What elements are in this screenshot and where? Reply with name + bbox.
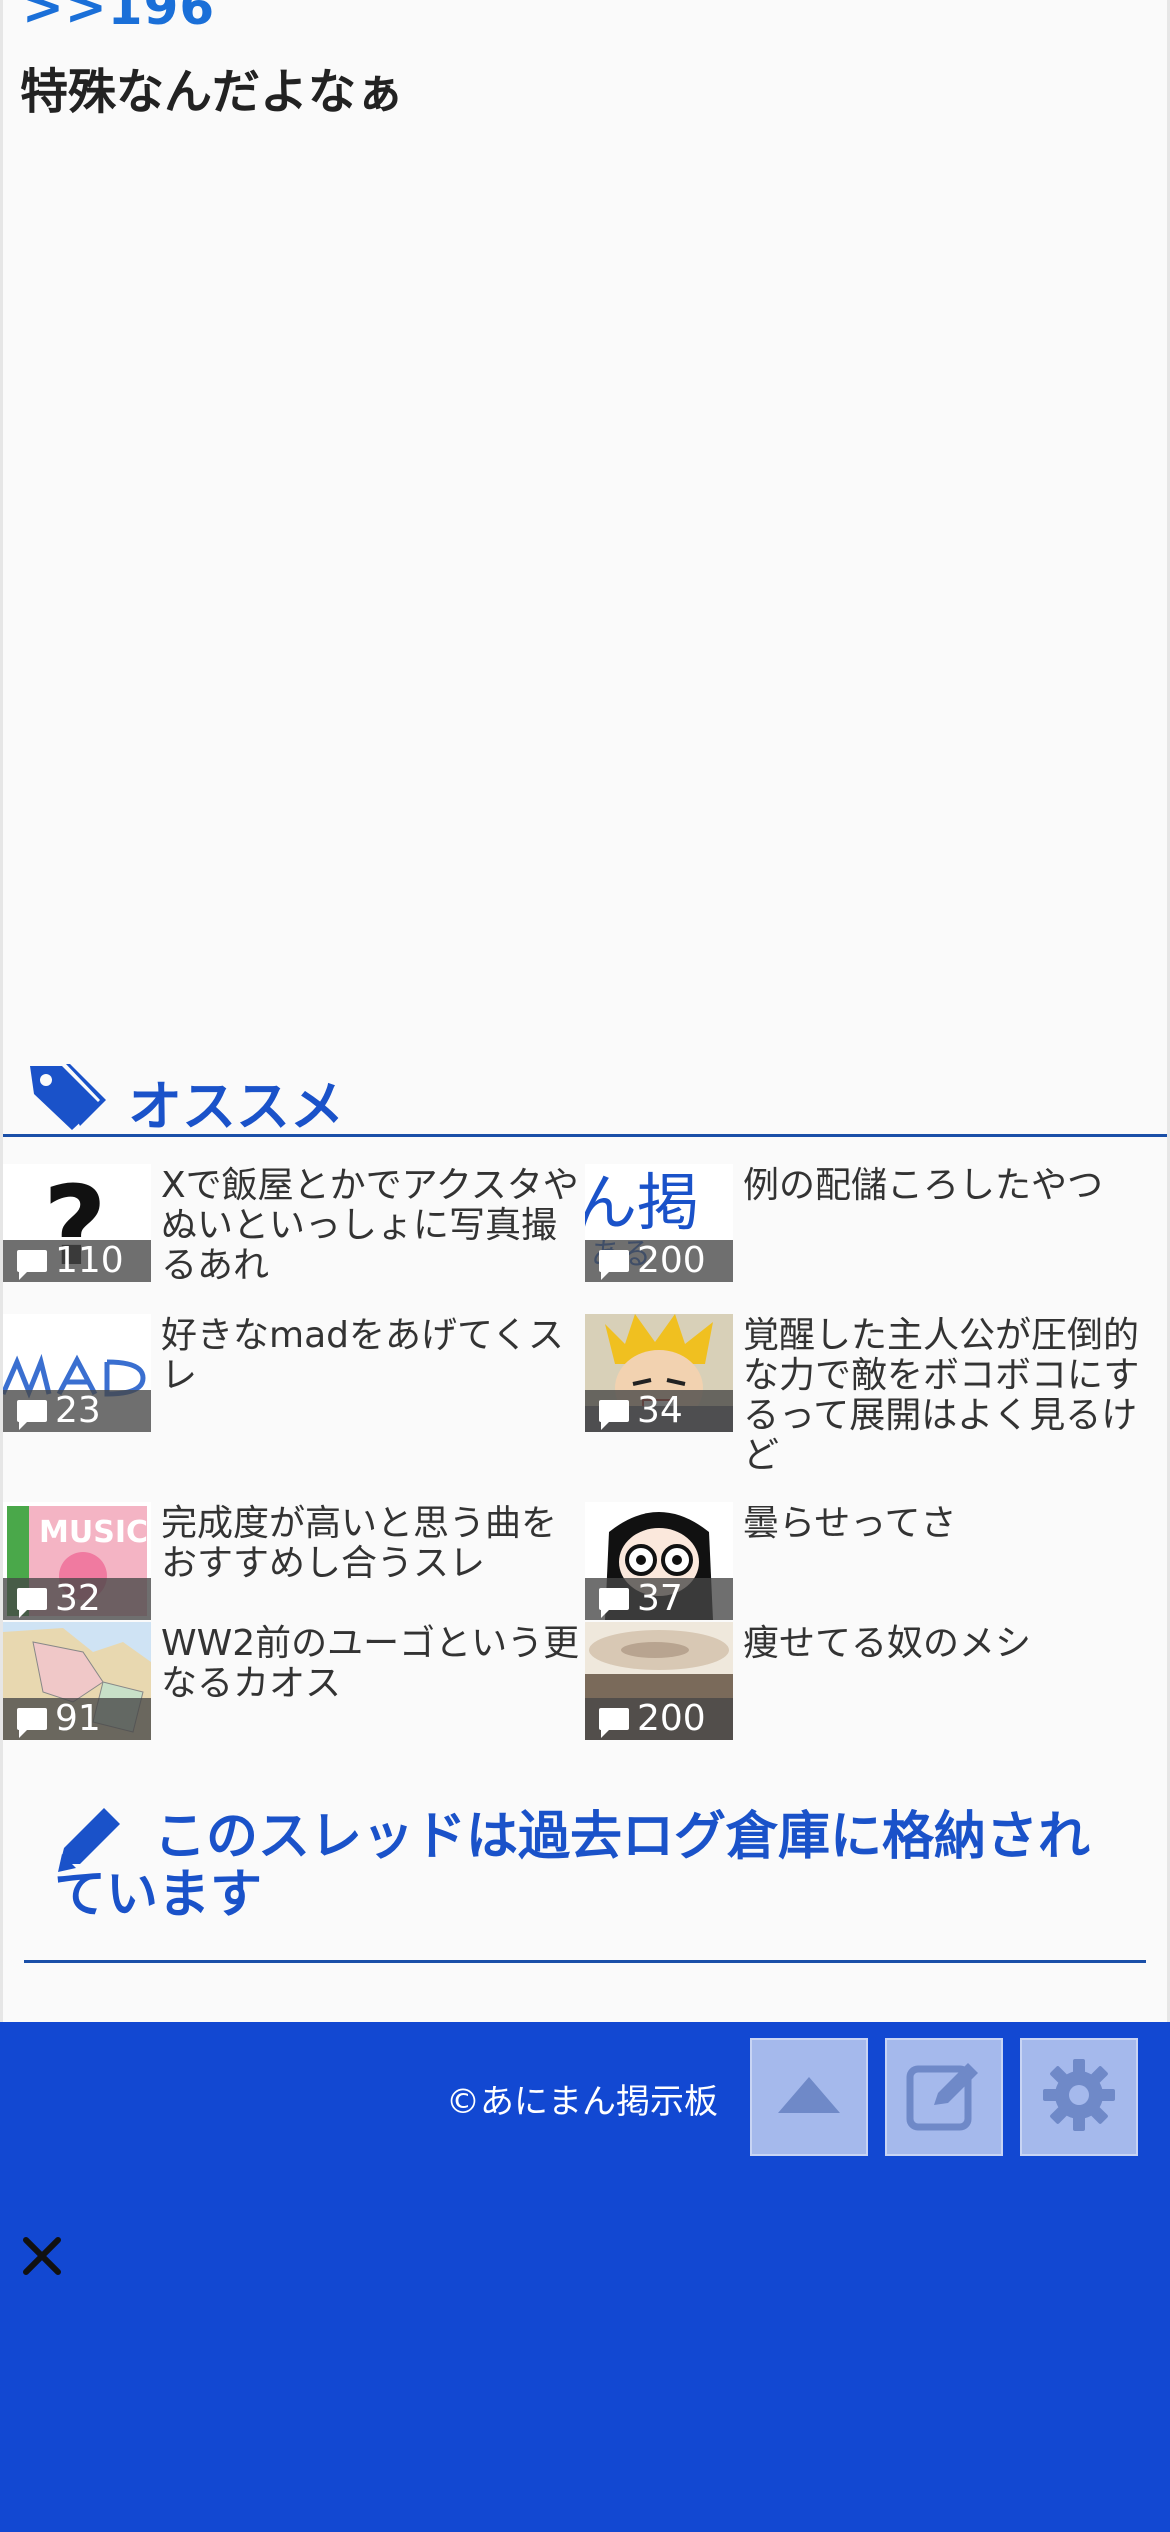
thread-title-link[interactable]: 好きなmadをあげてくスレ (161, 1316, 581, 1396)
recommend-card[interactable]: MUSIC 32 完成度が高いと思う曲をおすすめし合うスレ (3, 1502, 583, 1620)
thread-title-link[interactable]: 覚醒した主人公が圧倒的な力で敵をボコボコにするって展開はよく見るけど (743, 1316, 1163, 1476)
thread-thumbnail: ん掲 ある 200 (585, 1164, 733, 1282)
thread-title-link[interactable]: WW2前のユーゴという更なるカオス (161, 1624, 581, 1704)
thread-thumbnail: MUSIC 32 (3, 1502, 151, 1620)
thread-title-link[interactable]: 痩せてる奴のメシ (743, 1624, 1163, 1664)
reply-anchor-link[interactable]: >>196 (22, 0, 215, 36)
comment-count-badge: 37 (585, 1578, 733, 1620)
thread-thumbnail: 37 (585, 1502, 733, 1620)
recommend-card[interactable]: 23 好きなmadをあげてくスレ (3, 1314, 583, 1484)
thread-title-link[interactable]: 完成度が高いと思う曲をおすすめし合うスレ (161, 1504, 581, 1584)
triangle-up-icon (774, 2073, 844, 2121)
thread-thumbnail: 200 (585, 1622, 733, 1740)
svg-text:MUSIC: MUSIC (39, 1515, 148, 1550)
recommend-card[interactable]: 91 WW2前のユーゴという更なるカオス (3, 1622, 583, 1740)
close-icon[interactable] (18, 2232, 66, 2280)
comment-count-badge: 91 (3, 1698, 151, 1740)
thread-thumbnail: 91 (3, 1622, 151, 1740)
recommend-divider (3, 1134, 1167, 1137)
recommend-card[interactable]: ? 110 Xで飯屋とかでアクスタやぬいといっしょに写真撮るあれ (3, 1164, 583, 1304)
footer: ©あにまん掲示板 (0, 2022, 1170, 2532)
comment-icon (599, 1708, 629, 1738)
recommend-card[interactable]: 34 覚醒した主人公が圧倒的な力で敵をボコボコにするって展開はよく見るけど (585, 1314, 1165, 1484)
gear-icon (1039, 2055, 1119, 2139)
comment-icon (17, 1400, 47, 1430)
comment-count-badge: 200 (585, 1698, 733, 1740)
edit-icon (904, 2055, 984, 2139)
thread-thumbnail: 34 (585, 1314, 733, 1432)
archive-notice: このスレッドは過去ログ倉庫に格納されています (24, 1800, 1146, 1966)
recommend-header: オススメ (0, 1054, 1170, 1138)
comment-count-badge: 32 (3, 1578, 151, 1620)
scroll-top-button[interactable] (750, 2038, 868, 2156)
thread-title-link[interactable]: Xで飯屋とかでアクスタやぬいといっしょに写真撮るあれ (161, 1166, 581, 1286)
comment-count-badge: 200 (585, 1240, 733, 1282)
recommend-card[interactable]: 200 痩せてる奴のメシ (585, 1622, 1165, 1740)
comment-icon (17, 1250, 47, 1280)
ad-area (3, 140, 1167, 1020)
svg-text:ん掲: ん掲 (585, 1166, 699, 1239)
comment-count-badge: 34 (585, 1390, 733, 1432)
settings-button[interactable] (1020, 2038, 1138, 2156)
write-button[interactable] (885, 2038, 1003, 2156)
post-body-text: 特殊なんだよなぁ (20, 64, 405, 120)
tag-icon (26, 1060, 106, 1136)
comment-icon (599, 1250, 629, 1280)
thread-title-link[interactable]: 例の配儲ころしたやつ (743, 1166, 1163, 1206)
comment-count-badge: 110 (3, 1240, 151, 1282)
comment-icon (17, 1588, 47, 1618)
recommend-card[interactable]: ん掲 ある 200 例の配儲ころしたやつ (585, 1164, 1165, 1304)
comment-count-badge: 23 (3, 1390, 151, 1432)
thread-thumbnail: 23 (3, 1314, 151, 1432)
comment-icon (599, 1588, 629, 1618)
archive-divider (24, 1960, 1146, 1963)
archive-message: このスレッドは過去ログ倉庫に格納されています (54, 1807, 1091, 1925)
recommend-title: オススメ (128, 1075, 344, 1138)
thread-thumbnail: ? 110 (3, 1164, 151, 1282)
copyright-text: ©あにまん掲示板 (446, 2082, 718, 2122)
thread-title-link[interactable]: 曇らせってさ (743, 1504, 1163, 1544)
recommend-card[interactable]: 37 曇らせってさ (585, 1502, 1165, 1620)
comment-icon (599, 1400, 629, 1430)
comment-icon (17, 1708, 47, 1738)
